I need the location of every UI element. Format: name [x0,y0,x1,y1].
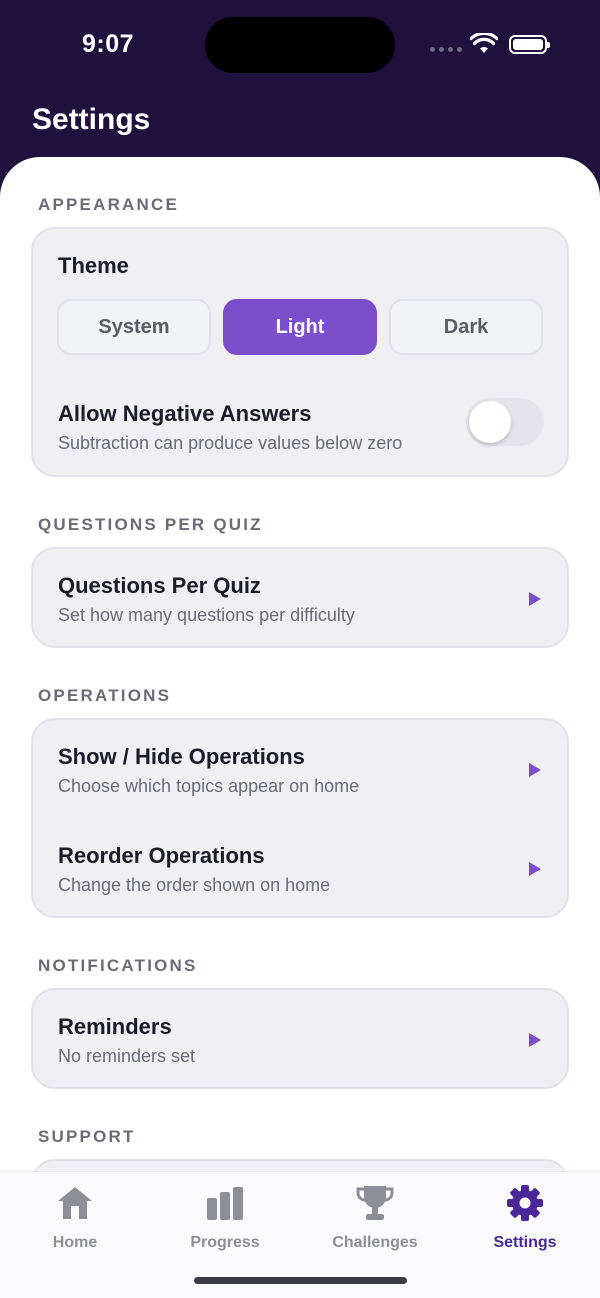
theme-option-system[interactable]: System [57,299,211,355]
negative-answers-subtitle: Subtraction can produce values below zer… [58,433,403,453]
trophy-icon [356,1186,394,1220]
negative-answers-title: Allow Negative Answers [58,401,312,426]
reminders-subtitle: No reminders set [58,1046,196,1066]
tab-home[interactable]: Home [0,1182,150,1252]
reminders-row[interactable]: Reminders No reminders set [31,988,569,1089]
tab-home-label: Home [52,1234,98,1251]
theme-option-dark[interactable]: Dark [389,299,543,355]
section-label-operations: OPERATIONS [38,686,172,705]
home-indicator [194,1277,407,1284]
questions-per-quiz-subtitle: Set how many questions per difficulty [58,605,355,625]
tab-settings-label: Settings [493,1234,557,1251]
chevron-right-icon [529,592,541,606]
status-time: 9:07 [82,30,135,58]
gear-icon [507,1185,543,1221]
reorder-operations-subtitle: Change the order shown on home [58,875,331,895]
theme-title: Theme [58,253,129,278]
reorder-operations-title: Reorder Operations [58,843,265,868]
section-label-support: SUPPORT [38,1127,136,1146]
section-label-notifications: NOTIFICATIONS [38,956,198,975]
bar-chart-icon [207,1187,243,1220]
theme-option-light[interactable]: Light [223,299,377,355]
page-title: Settings [32,103,151,136]
chevron-right-icon [529,1033,541,1047]
tab-challenges[interactable]: Challenges [300,1182,450,1252]
reorder-operations-row[interactable]: Reorder Operations Change the order show… [33,819,567,916]
tab-settings[interactable]: Settings [450,1182,600,1252]
show-hide-operations-title: Show / Hide Operations [58,744,305,769]
negative-answers-toggle[interactable] [466,398,544,446]
section-label-questions: QUESTIONS PER QUIZ [38,515,263,534]
chevron-right-icon [529,862,541,876]
chevron-right-icon [529,763,541,777]
tab-progress-label: Progress [190,1234,260,1251]
reminders-title: Reminders [58,1014,172,1039]
show-hide-operations-subtitle: Choose which topics appear on home [58,776,360,796]
questions-per-quiz-row[interactable]: Questions Per Quiz Set how many question… [31,547,569,648]
show-hide-operations-row[interactable]: Show / Hide Operations Choose which topi… [33,720,567,819]
tab-challenges-label: Challenges [332,1234,418,1251]
home-icon [58,1187,92,1219]
status-bar: 9:07 [0,0,600,90]
battery-icon [509,35,550,54]
wifi-icon [470,33,498,53]
tab-progress[interactable]: Progress [150,1182,300,1252]
section-label-appearance: APPEARANCE [38,195,180,214]
operations-card: Show / Hide Operations Choose which topi… [31,718,569,918]
cellular-signal-icon [430,47,462,52]
dynamic-island [205,17,395,73]
appearance-card: Theme System Light Dark Allow Negative A… [31,227,569,477]
toggle-knob [469,401,511,443]
settings-content[interactable]: APPEARANCE Theme System Light Dark Allow… [0,157,600,1298]
questions-per-quiz-title: Questions Per Quiz [58,573,261,598]
